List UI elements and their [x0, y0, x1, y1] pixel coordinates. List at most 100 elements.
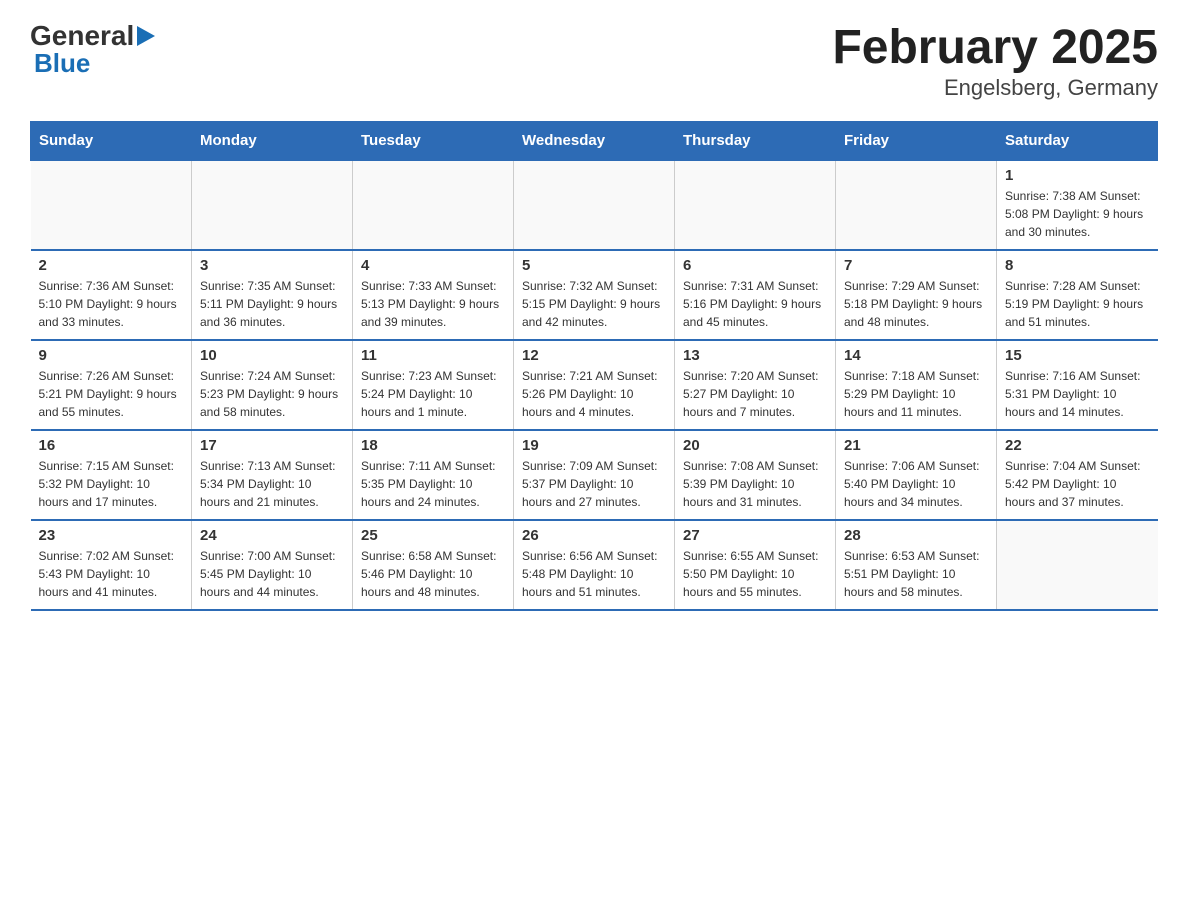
calendar-cell: 27Sunrise: 6:55 AM Sunset: 5:50 PM Dayli…	[675, 520, 836, 610]
calendar-cell: 21 Sunrise: 7:06 AM Sunset: 5:40 PM Dayli…	[836, 430, 997, 520]
day-number: 27	[683, 527, 827, 544]
weekday-header-wednesday: Wednesday	[514, 122, 675, 161]
day-info: Sunrise: 7:08 AM Sunset: 5:39 PM Dayligh…	[683, 457, 827, 511]
day-number: 28	[844, 527, 988, 544]
weekday-header-row: SundayMondayTuesdayWednesdayThursdayFrid…	[31, 122, 1158, 161]
day-number: 21	[844, 437, 988, 454]
day-number: 8	[1005, 257, 1150, 274]
calendar-cell	[514, 160, 675, 250]
day-info: Sunrise: 7:20 AM Sunset: 5:27 PM Dayligh…	[683, 367, 827, 421]
weekday-header-friday: Friday	[836, 122, 997, 161]
day-number: 9	[39, 347, 184, 364]
day-info: Sunrise: 7:15 AM Sunset: 5:32 PM Dayligh…	[39, 457, 184, 511]
day-info: Sunrise: 7:28 AM Sunset: 5:19 PM Dayligh…	[1005, 277, 1150, 331]
day-number: 23	[39, 527, 184, 544]
day-number: 20	[683, 437, 827, 454]
day-number: 7	[844, 257, 988, 274]
calendar-cell: 7 Sunrise: 7:29 AM Sunset: 5:18 PM Daylig…	[836, 250, 997, 340]
calendar-cell: 19Sunrise: 7:09 AM Sunset: 5:37 PM Dayli…	[514, 430, 675, 520]
calendar-cell: 13Sunrise: 7:20 AM Sunset: 5:27 PM Dayli…	[675, 340, 836, 430]
day-number: 19	[522, 437, 666, 454]
day-number: 3	[200, 257, 344, 274]
day-info: Sunrise: 6:53 AM Sunset: 5:51 PM Dayligh…	[844, 547, 988, 601]
calendar-cell	[675, 160, 836, 250]
calendar-cell: 5 Sunrise: 7:32 AM Sunset: 5:15 PM Daylig…	[514, 250, 675, 340]
weekday-header-sunday: Sunday	[31, 122, 192, 161]
calendar-cell	[192, 160, 353, 250]
calendar-cell: 12 Sunrise: 7:21 AM Sunset: 5:26 PM Dayli…	[514, 340, 675, 430]
calendar-week-4: 16 Sunrise: 7:15 AM Sunset: 5:32 PM Dayli…	[31, 430, 1158, 520]
day-number: 11	[361, 347, 505, 364]
calendar-cell	[997, 520, 1158, 610]
day-number: 16	[39, 437, 184, 454]
day-info: Sunrise: 7:24 AM Sunset: 5:23 PM Dayligh…	[200, 367, 344, 421]
day-number: 24	[200, 527, 344, 544]
day-info: Sunrise: 7:29 AM Sunset: 5:18 PM Dayligh…	[844, 277, 988, 331]
day-number: 22	[1005, 437, 1150, 454]
weekday-header-saturday: Saturday	[997, 122, 1158, 161]
day-info: Sunrise: 7:04 AM Sunset: 5:42 PM Dayligh…	[1005, 457, 1150, 511]
day-number: 10	[200, 347, 344, 364]
calendar-cell: 18Sunrise: 7:11 AM Sunset: 5:35 PM Dayli…	[353, 430, 514, 520]
day-info: Sunrise: 7:13 AM Sunset: 5:34 PM Dayligh…	[200, 457, 344, 511]
day-info: Sunrise: 7:31 AM Sunset: 5:16 PM Dayligh…	[683, 277, 827, 331]
day-number: 1	[1005, 167, 1150, 184]
calendar-cell: 26 Sunrise: 6:56 AM Sunset: 5:48 PM Dayli…	[514, 520, 675, 610]
weekday-header-thursday: Thursday	[675, 122, 836, 161]
calendar-cell: 1 Sunrise: 7:38 AM Sunset: 5:08 PM Daylig…	[997, 160, 1158, 250]
calendar-cell: 23 Sunrise: 7:02 AM Sunset: 5:43 PM Dayli…	[31, 520, 192, 610]
day-number: 25	[361, 527, 505, 544]
calendar-cell: 9 Sunrise: 7:26 AM Sunset: 5:21 PM Daylig…	[31, 340, 192, 430]
logo-triangle-icon	[137, 26, 155, 46]
day-info: Sunrise: 7:33 AM Sunset: 5:13 PM Dayligh…	[361, 277, 505, 331]
calendar-cell: 17 Sunrise: 7:13 AM Sunset: 5:34 PM Dayli…	[192, 430, 353, 520]
day-info: Sunrise: 7:26 AM Sunset: 5:21 PM Dayligh…	[39, 367, 184, 421]
calendar-cell: 15Sunrise: 7:16 AM Sunset: 5:31 PM Dayli…	[997, 340, 1158, 430]
calendar-table: SundayMondayTuesdayWednesdayThursdayFrid…	[30, 121, 1158, 611]
day-info: Sunrise: 7:11 AM Sunset: 5:35 PM Dayligh…	[361, 457, 505, 511]
day-info: Sunrise: 7:00 AM Sunset: 5:45 PM Dayligh…	[200, 547, 344, 601]
day-info: Sunrise: 7:18 AM Sunset: 5:29 PM Dayligh…	[844, 367, 988, 421]
day-number: 26	[522, 527, 666, 544]
calendar-cell: 20 Sunrise: 7:08 AM Sunset: 5:39 PM Dayli…	[675, 430, 836, 520]
calendar-cell: 10 Sunrise: 7:24 AM Sunset: 5:23 PM Dayli…	[192, 340, 353, 430]
calendar-cell	[31, 160, 192, 250]
day-number: 15	[1005, 347, 1150, 364]
day-info: Sunrise: 7:35 AM Sunset: 5:11 PM Dayligh…	[200, 277, 344, 331]
day-number: 5	[522, 257, 666, 274]
calendar-week-5: 23 Sunrise: 7:02 AM Sunset: 5:43 PM Dayli…	[31, 520, 1158, 610]
day-info: Sunrise: 6:56 AM Sunset: 5:48 PM Dayligh…	[522, 547, 666, 601]
calendar-cell: 8 Sunrise: 7:28 AM Sunset: 5:19 PM Daylig…	[997, 250, 1158, 340]
logo-blue-text: Blue	[34, 48, 90, 78]
day-info: Sunrise: 7:02 AM Sunset: 5:43 PM Dayligh…	[39, 547, 184, 601]
calendar-week-2: 2 Sunrise: 7:36 AM Sunset: 5:10 PM Daylig…	[31, 250, 1158, 340]
calendar-cell: 3 Sunrise: 7:35 AM Sunset: 5:11 PM Daylig…	[192, 250, 353, 340]
day-number: 2	[39, 257, 184, 274]
page-header: General Blue February 2025 Engelsberg, G…	[30, 20, 1158, 101]
day-info: Sunrise: 7:06 AM Sunset: 5:40 PM Dayligh…	[844, 457, 988, 511]
day-info: Sunrise: 6:58 AM Sunset: 5:46 PM Dayligh…	[361, 547, 505, 601]
title-block: February 2025 Engelsberg, Germany	[832, 20, 1158, 101]
calendar-cell: 28 Sunrise: 6:53 AM Sunset: 5:51 PM Dayli…	[836, 520, 997, 610]
weekday-header-tuesday: Tuesday	[353, 122, 514, 161]
day-number: 6	[683, 257, 827, 274]
weekday-header-monday: Monday	[192, 122, 353, 161]
calendar-cell: 4Sunrise: 7:33 AM Sunset: 5:13 PM Daylig…	[353, 250, 514, 340]
calendar-cell: 2 Sunrise: 7:36 AM Sunset: 5:10 PM Daylig…	[31, 250, 192, 340]
day-info: Sunrise: 7:38 AM Sunset: 5:08 PM Dayligh…	[1005, 187, 1150, 241]
calendar-cell: 11 Sunrise: 7:23 AM Sunset: 5:24 PM Dayli…	[353, 340, 514, 430]
calendar-cell: 6 Sunrise: 7:31 AM Sunset: 5:16 PM Daylig…	[675, 250, 836, 340]
day-info: Sunrise: 7:32 AM Sunset: 5:15 PM Dayligh…	[522, 277, 666, 331]
day-info: Sunrise: 7:21 AM Sunset: 5:26 PM Dayligh…	[522, 367, 666, 421]
day-info: Sunrise: 7:36 AM Sunset: 5:10 PM Dayligh…	[39, 277, 184, 331]
day-number: 14	[844, 347, 988, 364]
day-number: 17	[200, 437, 344, 454]
day-number: 12	[522, 347, 666, 364]
calendar-week-1: 1 Sunrise: 7:38 AM Sunset: 5:08 PM Daylig…	[31, 160, 1158, 250]
logo: General Blue	[30, 20, 156, 79]
day-info: Sunrise: 7:23 AM Sunset: 5:24 PM Dayligh…	[361, 367, 505, 421]
calendar-title: February 2025	[832, 20, 1158, 75]
calendar-subtitle: Engelsberg, Germany	[832, 75, 1158, 101]
calendar-cell	[353, 160, 514, 250]
calendar-cell	[836, 160, 997, 250]
